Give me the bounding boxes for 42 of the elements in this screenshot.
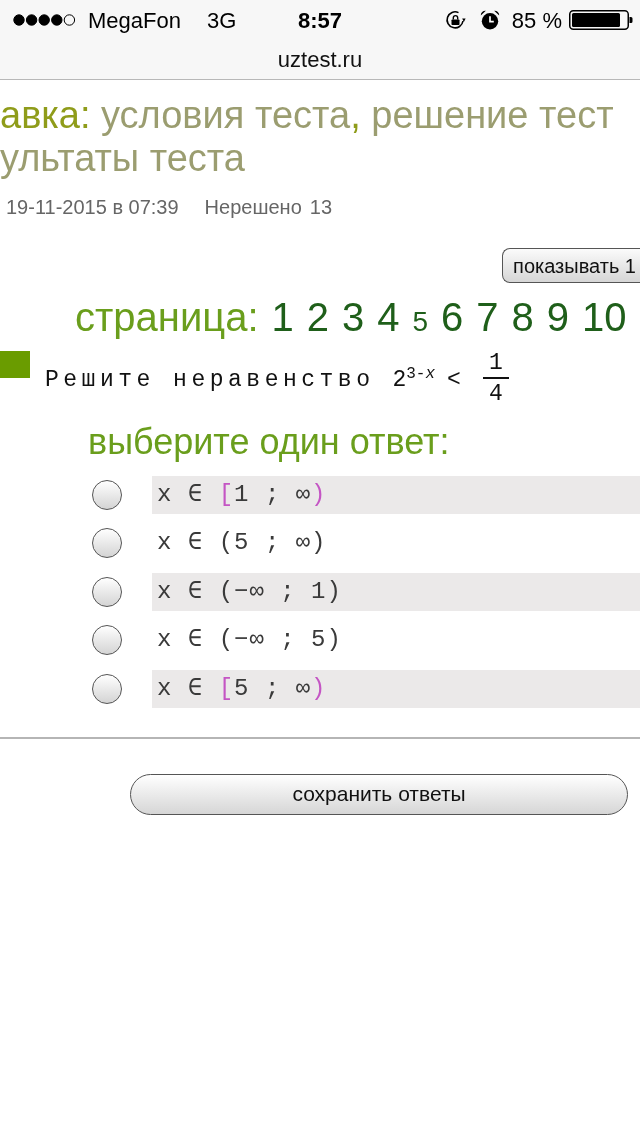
page-link[interactable]: 1: [271, 295, 294, 339]
page-link[interactable]: 9: [546, 295, 570, 339]
option-label[interactable]: x ∈ [1 ; ∞): [157, 476, 327, 513]
page-link[interactable]: 6: [441, 295, 464, 339]
option-label[interactable]: x ∈ [5 ; ∞): [157, 670, 327, 707]
title-separator: ,: [350, 94, 361, 136]
page-link[interactable]: 4: [377, 295, 400, 339]
save-button[interactable]: сохранить ответы: [130, 773, 628, 815]
network-type: 3G: [206, 6, 237, 35]
carrier-name: MegaFon: [88, 6, 181, 35]
clock-time: 8:57: [297, 6, 342, 35]
page-link[interactable]: 3: [342, 295, 365, 339]
page-label: страница:: [75, 295, 259, 339]
square-marker-icon: [0, 351, 30, 378]
battery-icon: [569, 10, 633, 30]
show-button[interactable]: показывать 1: [502, 248, 640, 283]
unsolved-label: Нерешено: [204, 195, 302, 219]
question-text: Решите неравенство: [45, 365, 375, 395]
signal-strength-icon: [13, 14, 76, 26]
rotation-lock-icon: [444, 10, 466, 30]
radio-button[interactable]: [92, 625, 122, 655]
fraction: 1 4: [482, 350, 509, 410]
date-text: 19-11-2015 в 07:39: [6, 195, 179, 219]
radio-button[interactable]: [92, 528, 122, 558]
page-link[interactable]: 10: [582, 295, 627, 339]
page-link[interactable]: 2: [306, 295, 329, 339]
less-than-sign: <: [447, 365, 461, 395]
option-label[interactable]: x ∈ (−∞ ; 1): [157, 573, 342, 610]
page-link[interactable]: 8: [511, 295, 534, 339]
battery-percent: 85 %: [511, 6, 562, 35]
page-link[interactable]: 5: [412, 300, 429, 344]
option-label[interactable]: x ∈ (5 ; ∞): [157, 525, 327, 561]
page-link[interactable]: 7: [476, 295, 499, 339]
title-label: авка:: [0, 94, 91, 136]
alarm-clock-icon: [479, 10, 500, 30]
radio-button[interactable]: [92, 479, 122, 510]
radio-button[interactable]: [92, 673, 122, 704]
radio-button[interactable]: [92, 576, 122, 607]
option-label[interactable]: x ∈ (−∞ ; 5): [157, 622, 342, 658]
unsolved-count: 13: [309, 195, 332, 219]
answer-prompt: выберите один ответ:: [88, 420, 450, 462]
page-address[interactable]: uztest.ru: [277, 43, 363, 76]
